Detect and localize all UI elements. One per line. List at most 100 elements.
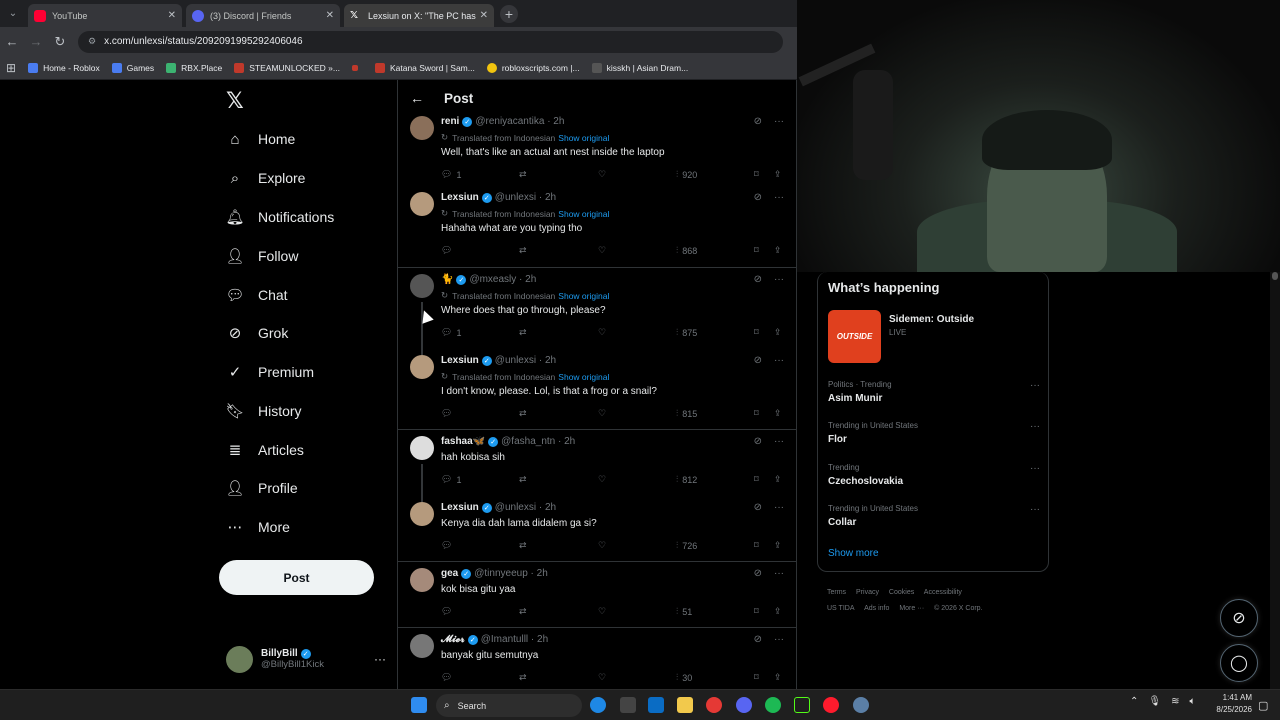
- repost-button[interactable]: ⇄: [519, 672, 527, 683]
- wifi-icon[interactable]: ≋: [1171, 696, 1179, 707]
- repost-button[interactable]: ⇄: [519, 169, 527, 180]
- more-icon[interactable]: ···: [774, 634, 784, 645]
- views-button[interactable]: ⫶ 30: [676, 672, 692, 683]
- footer-link[interactable]: More ···: [899, 605, 924, 612]
- bookmark-button[interactable]: ⌑: [754, 408, 759, 419]
- more-icon[interactable]: ···: [774, 502, 784, 513]
- views-button[interactable]: ⫶ 875: [676, 327, 697, 338]
- show-original-link[interactable]: Show original: [558, 291, 609, 301]
- discord-icon[interactable]: [736, 697, 752, 713]
- share-button[interactable]: ⇪: [774, 474, 782, 485]
- author-handle[interactable]: @fasha_ntn · 2h: [501, 436, 575, 447]
- tab-x-post[interactable]: 𝕏 Lexsiun on X: "The PC has a pro ✕: [344, 4, 494, 27]
- share-button[interactable]: ⇪: [774, 327, 782, 338]
- trend-item[interactable]: Trending in United States Flor ···: [828, 421, 1040, 445]
- forward-arrow-icon[interactable]: →: [24, 34, 48, 49]
- tab-youtube[interactable]: YouTube ✕: [28, 4, 182, 27]
- live-event[interactable]: OUTSIDE Sidemen: Outside LIVE: [828, 310, 1043, 364]
- reply-button[interactable]: 💬︎: [441, 606, 456, 617]
- author-handle[interactable]: @reniyacantika · 2h: [475, 116, 564, 127]
- reply-button[interactable]: 💬︎: [441, 245, 456, 256]
- nav-explore[interactable]: ⌕ Explore: [226, 169, 306, 187]
- back-arrow-icon[interactable]: ←: [0, 34, 24, 49]
- reply-button[interactable]: 💬︎: [441, 672, 456, 683]
- bookmark-button[interactable]: ⌑: [754, 474, 759, 485]
- author-handle[interactable]: @mxeasly · 2h: [469, 274, 536, 285]
- nav-more[interactable]: ⋯ More: [226, 518, 290, 536]
- bookmark-button[interactable]: ⌑: [754, 169, 759, 180]
- trend-item[interactable]: Trending Czechoslovakia ···: [828, 463, 1040, 487]
- grok-icon[interactable]: ⊘: [1220, 599, 1258, 637]
- chat-icon[interactable]: ◯: [1220, 644, 1258, 682]
- nav-home[interactable]: ⌂ Home: [226, 130, 295, 148]
- bookmark-item[interactable]: [351, 64, 363, 71]
- spotify-icon[interactable]: [765, 697, 781, 713]
- avatar[interactable]: [410, 634, 434, 658]
- close-icon[interactable]: ✕: [480, 10, 488, 21]
- back-arrow-icon[interactable]: ←: [410, 90, 424, 106]
- avatar[interactable]: [410, 436, 434, 460]
- views-button[interactable]: ⫶ 920: [676, 169, 697, 180]
- like-button[interactable]: ♡: [598, 327, 606, 338]
- grok-icon[interactable]: ⊘: [754, 116, 762, 127]
- account-switcher[interactable]: BillyBill ✓ @BillyBill1Kick ···: [226, 642, 386, 676]
- more-icon[interactable]: ···: [774, 436, 784, 447]
- nav-grok[interactable]: ⊘ Grok: [226, 324, 289, 342]
- share-button[interactable]: ⇪: [774, 672, 782, 683]
- tweet[interactable]: Lexsiun ✓ @unlexsi · 2h ⊘ ··· ↻ Translated f…: [398, 349, 796, 430]
- show-original-link[interactable]: Show original: [558, 372, 609, 382]
- reply-button[interactable]: 💬︎: [441, 540, 456, 551]
- tweet[interactable]: fashaa🦋 ✓ @fasha_ntn · 2h ⊘ ··· hah kobisa …: [398, 430, 796, 502]
- author-name[interactable]: Lexsiun: [441, 355, 479, 366]
- tweet[interactable]: 𝓜𝓲𝓮𝓻 ✓ @Imantulll · 2h ⊘ ··· banyak gitu se…: [398, 628, 796, 689]
- author-handle[interactable]: @unlexsi · 2h: [495, 355, 556, 366]
- share-button[interactable]: ⇪: [774, 408, 782, 419]
- avatar[interactable]: [410, 274, 434, 298]
- kick-icon[interactable]: [794, 697, 810, 713]
- x-logo-icon[interactable]: 𝕏: [226, 88, 244, 114]
- store-icon[interactable]: [648, 697, 664, 713]
- folder-icon[interactable]: [677, 697, 693, 713]
- volume-icon[interactable]: 🔈︎: [1189, 696, 1195, 707]
- views-button[interactable]: ⫶ 726: [676, 540, 697, 551]
- new-tab-button[interactable]: +: [500, 4, 518, 23]
- repost-button[interactable]: ⇄: [519, 540, 527, 551]
- author-handle[interactable]: @Imantulll · 2h: [481, 634, 548, 645]
- bookmark-item[interactable]: Katana Sword | Sam...: [374, 62, 475, 73]
- author-name[interactable]: fashaa🦋: [441, 436, 485, 447]
- show-more-link[interactable]: Show more: [828, 548, 879, 559]
- tweet[interactable]: Lexsiun ✓ @unlexsi · 2h ⊘ ··· ↻ Translated f…: [398, 186, 796, 268]
- more-icon[interactable]: ···: [774, 568, 784, 579]
- avatar[interactable]: [410, 568, 434, 592]
- avatar[interactable]: [410, 355, 434, 379]
- nav-follow[interactable]: 👤︎ Follow: [225, 247, 298, 265]
- reply-button[interactable]: 💬︎ 1: [441, 327, 461, 338]
- tab-search-icon[interactable]: ⌄: [4, 5, 22, 23]
- bookmark-button[interactable]: ⌑: [754, 245, 759, 256]
- repost-button[interactable]: ⇄: [519, 245, 527, 256]
- more-icon[interactable]: ···: [374, 652, 386, 666]
- taskbar-search[interactable]: ⌕ Search: [436, 694, 582, 717]
- trend-item[interactable]: Politics · Trending Asim Munir ···: [828, 380, 1040, 404]
- bookmark-button[interactable]: ⌑: [754, 606, 759, 617]
- bookmark-item[interactable]: Home - Roblox: [28, 62, 100, 73]
- author-handle[interactable]: @tinnyeeup · 2h: [474, 568, 548, 579]
- tweet[interactable]: 🐈 ✓ @mxeasly · 2h ⊘ ··· ↻ Translated from In…: [398, 268, 796, 355]
- more-icon[interactable]: ···: [1030, 504, 1040, 515]
- footer-link[interactable]: Terms: [827, 589, 846, 596]
- bookmark-button[interactable]: ⌑: [754, 327, 759, 338]
- post-button[interactable]: Post: [219, 560, 374, 595]
- more-icon[interactable]: ···: [1030, 380, 1040, 391]
- share-button[interactable]: ⇪: [774, 606, 782, 617]
- bookmark-item[interactable]: robloxscripts.com |...: [486, 62, 580, 73]
- more-icon[interactable]: ···: [774, 274, 784, 285]
- url-field[interactable]: ⚙ x.com/unlexsi/status/20920919952924060…: [78, 30, 783, 53]
- nav-articles[interactable]: ≣ Articles: [226, 441, 304, 459]
- mouse-app-icon[interactable]: [620, 697, 636, 713]
- bookmark-item[interactable]: STEAMUNLOCKED »...: [234, 62, 340, 73]
- close-icon[interactable]: ✕: [168, 10, 176, 21]
- settings-icon[interactable]: [853, 697, 869, 713]
- clock[interactable]: 1:41 AM 8/25/2026: [1210, 692, 1252, 716]
- trend-item[interactable]: Trending in United States Collar ···: [828, 504, 1040, 528]
- repost-button[interactable]: ⇄: [519, 327, 527, 338]
